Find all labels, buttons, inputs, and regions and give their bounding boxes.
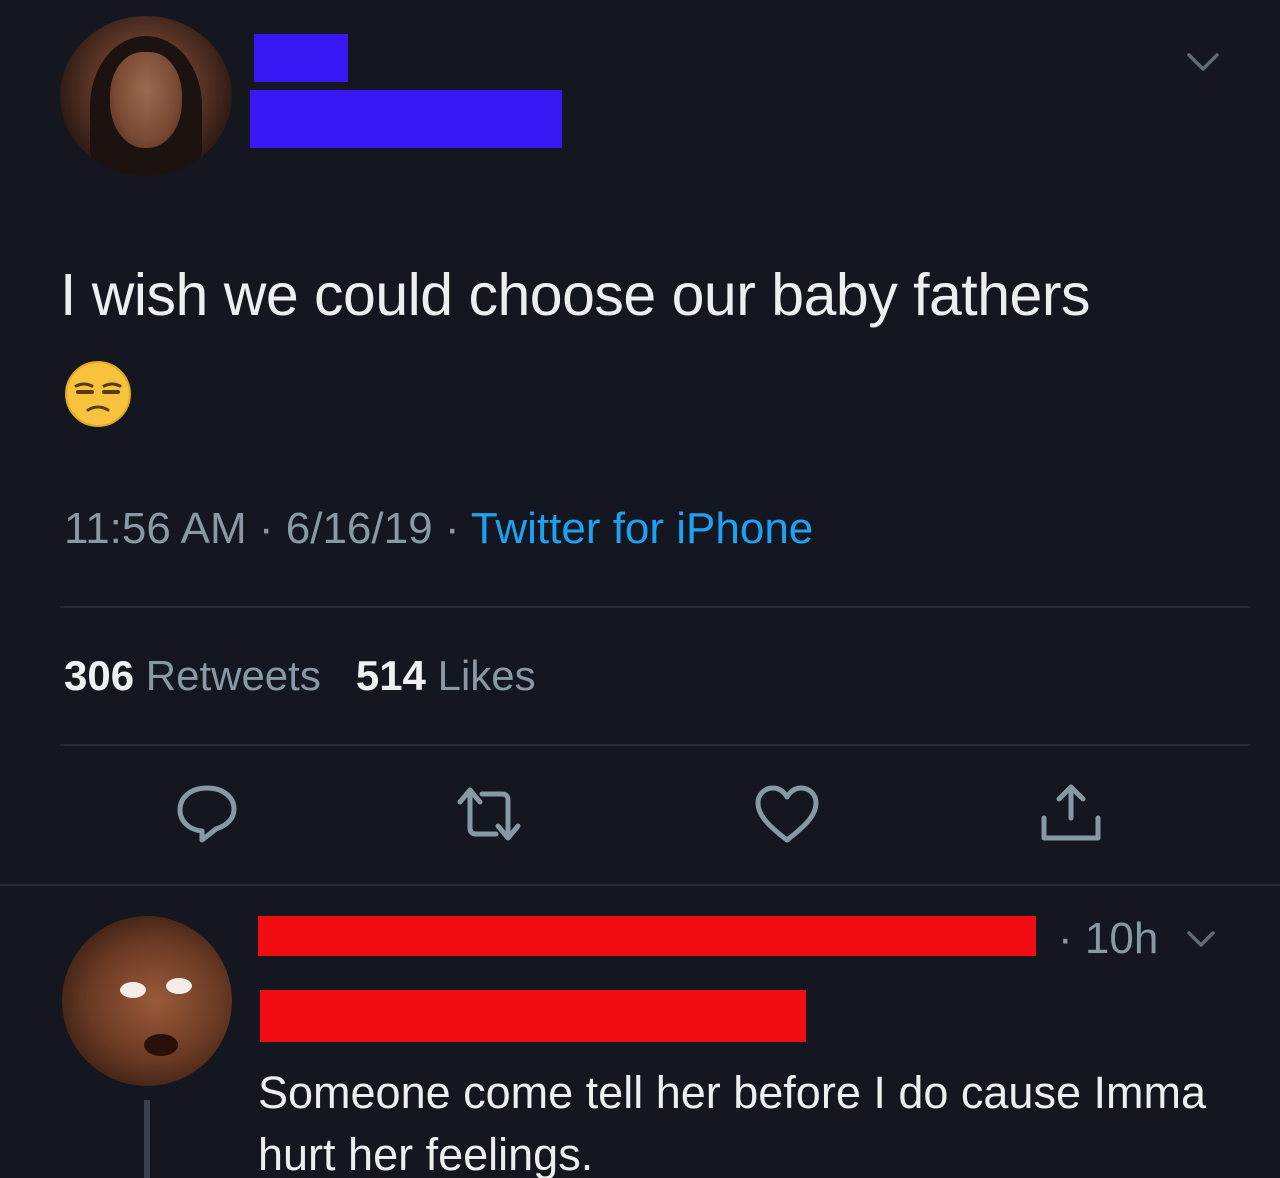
reply-author-name-redaction	[258, 916, 1036, 956]
like-icon[interactable]	[752, 782, 822, 846]
reply-time-value: 10h	[1084, 914, 1159, 963]
reply-icon[interactable]	[172, 782, 242, 846]
author-name-redaction	[254, 34, 348, 82]
retweets-label: Retweets	[145, 652, 321, 699]
avatar-mouth	[144, 1034, 178, 1056]
author-avatar[interactable]	[60, 16, 232, 176]
likes-label: Likes	[437, 652, 536, 699]
reply-author-avatar[interactable]	[62, 916, 232, 1086]
author-handle-redaction	[250, 90, 562, 148]
retweet-icon[interactable]	[454, 782, 524, 846]
likes-count: 514	[355, 652, 426, 699]
chevron-down-icon[interactable]	[1186, 50, 1220, 74]
meta-separator: ·	[258, 504, 286, 553]
reply-handle-redaction	[260, 990, 806, 1042]
tweet-date: 6/16/19	[285, 504, 433, 553]
tweet-stats: 306 Retweets 514 Likes	[64, 652, 536, 700]
reply-timestamp: · 10h	[1058, 914, 1159, 963]
reply-text: Someone come tell her before I do cause …	[258, 1067, 1206, 1178]
divider	[60, 744, 1250, 746]
tweet-meta: 11:56 AM · 6/16/19 · Twitter for iPhone	[64, 504, 813, 554]
unamused-face-icon	[64, 360, 132, 428]
avatar-eye	[166, 978, 192, 994]
tweet-text: I wish we could choose our baby fathers	[60, 262, 1090, 328]
thread-line	[144, 1100, 150, 1178]
divider	[60, 606, 1250, 608]
meta-separator: ·	[444, 504, 471, 553]
share-icon[interactable]	[1036, 782, 1106, 846]
avatar-face	[110, 52, 182, 148]
avatar-eye	[120, 982, 146, 998]
likes-stat[interactable]: 514 Likes	[356, 652, 536, 699]
tweet-time: 11:56 AM	[64, 504, 247, 553]
retweets-stat[interactable]: 306 Retweets	[64, 652, 321, 699]
tweet-detail-screen: I wish we could choose our baby fathers …	[0, 0, 1280, 1178]
retweets-count: 306	[64, 652, 135, 699]
divider	[0, 884, 1280, 886]
tweet-source-link[interactable]: Twitter for iPhone	[471, 504, 813, 553]
chevron-down-icon[interactable]	[1186, 928, 1216, 950]
